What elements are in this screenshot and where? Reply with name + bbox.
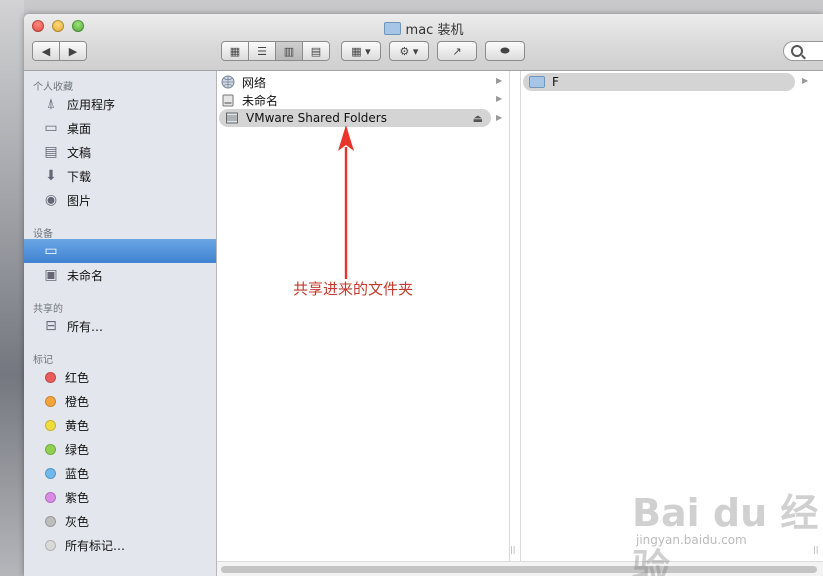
disclosure-arrow-icon: ▶ xyxy=(802,76,809,85)
yellow-tag-icon xyxy=(45,419,56,431)
view-mode-control: ▦ ☰ ▥ ▤ xyxy=(221,41,330,61)
icon-view-button[interactable]: ▦ xyxy=(222,42,249,60)
downloads-icon: ⬇ xyxy=(45,168,57,184)
edit-tags-button[interactable]: ⬬ xyxy=(485,41,525,61)
disclosure-arrow-icon: ▶ xyxy=(496,94,503,103)
all-tags-icon xyxy=(45,539,56,551)
network-computer-icon: ⊟ xyxy=(45,318,57,334)
sidebar-tag-orange[interactable]: 橙色 xyxy=(24,389,216,413)
shared-header: 共享的 xyxy=(33,304,63,315)
annotation-arrow-icon xyxy=(338,125,354,279)
search-field[interactable] xyxy=(783,41,823,61)
watermark-url: jingyan.baidu.com xyxy=(636,533,747,547)
list-item-folder-f[interactable]: F xyxy=(523,73,795,91)
pictures-icon: ◉ xyxy=(44,192,58,208)
column-view-button[interactable]: ▥ xyxy=(276,42,303,60)
disk-icon xyxy=(222,94,234,107)
back-forward-control: ◀ ▶ xyxy=(32,41,87,61)
finder-window: mac 装机 ◀ ▶ ▦ ☰ ▥ ▤ ▦ ▾ ⚙ ▾ ↗ ⬬ 个人收藏 ⍋ 应用程… xyxy=(24,14,823,576)
column-1: 网络 ▶ 未命名 ▶ VMware Shared Folders ⏏ ▶ 共享进… xyxy=(217,71,510,561)
favorites-header: 个人收藏 xyxy=(33,82,73,93)
network-icon xyxy=(221,75,235,89)
baidu-watermark: Bai du 经验 xyxy=(632,491,819,576)
list-item-untitled[interactable]: 未命名 xyxy=(221,91,491,109)
back-button[interactable]: ◀ xyxy=(33,42,60,60)
coverflow-view-button[interactable]: ▤ xyxy=(303,42,329,60)
sidebar-item-pictures[interactable]: ◉ 图片 xyxy=(24,188,216,212)
list-item-network[interactable]: 网络 xyxy=(221,73,491,91)
sidebar: 个人收藏 ⍋ 应用程序 ▭ 桌面 ▤ 文稿 ⬇ 下载 ◉ 图片 设备 ▭ ▣ 未命名 共享的… xyxy=(24,71,217,576)
orange-tag-icon xyxy=(45,395,56,407)
sidebar-tag-green[interactable]: 绿色 xyxy=(24,437,216,461)
title-bar: mac 装机 ◀ ▶ ▦ ☰ ▥ ▤ ▦ ▾ ⚙ ▾ ↗ ⬬ xyxy=(24,14,823,71)
desktop-icon: ▭ xyxy=(44,120,58,136)
sidebar-tag-purple[interactable]: 紫色 xyxy=(24,485,216,509)
green-tag-icon xyxy=(45,443,56,455)
window-title: mac 装机 xyxy=(24,19,823,38)
desktop-background xyxy=(0,0,24,576)
sidebar-item-documents[interactable]: ▤ 文稿 xyxy=(24,140,216,164)
folder-icon xyxy=(529,76,545,88)
column-2 xyxy=(510,71,521,561)
tags-header: 标记 xyxy=(33,355,53,366)
column-resize-handle[interactable]: || xyxy=(510,545,515,554)
sidebar-tag-red[interactable]: 红色 xyxy=(24,365,216,389)
disclosure-arrow-icon: ▶ xyxy=(496,113,503,122)
computer-icon: ▭ xyxy=(44,243,58,259)
forward-button[interactable]: ▶ xyxy=(60,42,86,60)
sidebar-item-applications[interactable]: ⍋ 应用程序 xyxy=(24,92,216,116)
documents-icon: ▤ xyxy=(44,144,58,160)
sidebar-tag-gray[interactable]: 灰色 xyxy=(24,509,216,533)
annotation-label: 共享进来的文件夹 xyxy=(293,280,414,298)
eject-icon[interactable]: ⏏ xyxy=(473,112,483,125)
folder-icon xyxy=(383,22,401,35)
red-tag-icon xyxy=(45,371,56,383)
sidebar-item-all-shared[interactable]: ⊟ 所有… xyxy=(24,314,216,338)
sidebar-item-computer[interactable]: ▭ xyxy=(24,239,216,263)
sidebar-item-untitled-disk[interactable]: ▣ 未命名 xyxy=(24,263,216,287)
disk-icon: ▣ xyxy=(44,267,58,283)
applications-icon: ⍋ xyxy=(46,96,56,112)
purple-tag-icon xyxy=(45,491,56,503)
disclosure-arrow-icon: ▶ xyxy=(496,76,503,85)
share-button[interactable]: ↗ xyxy=(437,41,477,61)
gray-tag-icon xyxy=(45,515,56,527)
sidebar-tag-all[interactable]: 所有标记… xyxy=(24,533,216,557)
shared-drive-icon xyxy=(226,112,238,124)
blue-tag-icon xyxy=(45,467,56,479)
arrange-button[interactable]: ▦ ▾ xyxy=(341,41,381,61)
sidebar-item-desktop[interactable]: ▭ 桌面 xyxy=(24,116,216,140)
devices-header: 设备 xyxy=(33,229,53,240)
sidebar-item-downloads[interactable]: ⬇ 下载 xyxy=(24,164,216,188)
list-view-button[interactable]: ☰ xyxy=(249,42,276,60)
action-button[interactable]: ⚙ ▾ xyxy=(389,41,429,61)
search-icon xyxy=(791,45,803,57)
sidebar-tag-blue[interactable]: 蓝色 xyxy=(24,461,216,485)
sidebar-tag-yellow[interactable]: 黄色 xyxy=(24,413,216,437)
